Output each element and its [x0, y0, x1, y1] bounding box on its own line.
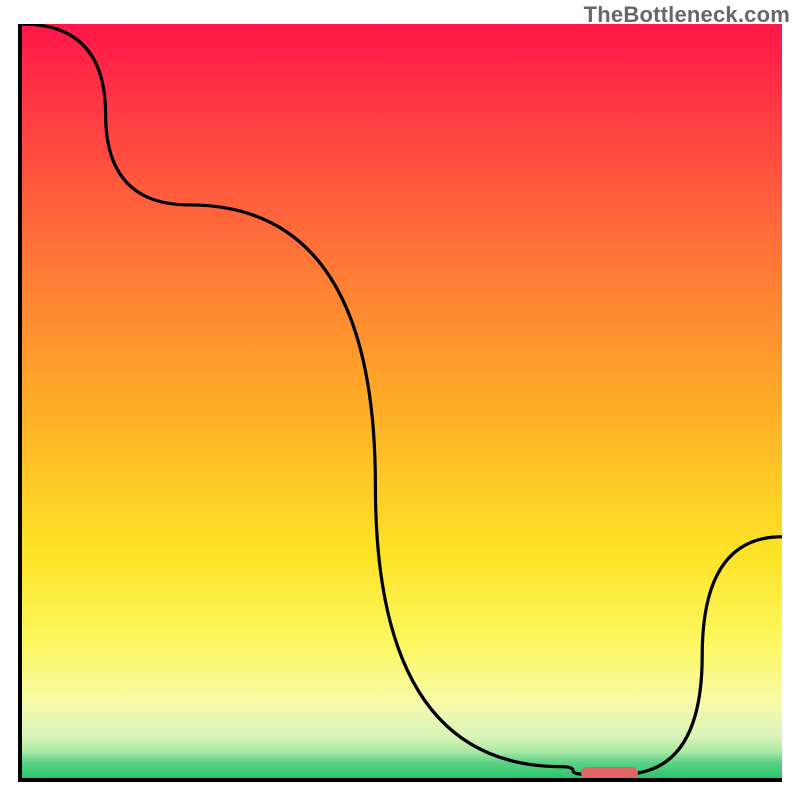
optimal-range-marker: [581, 767, 638, 779]
gradient-background: [22, 24, 782, 778]
bottleneck-chart: TheBottleneck.com: [0, 0, 800, 800]
plot-area: [18, 24, 782, 782]
